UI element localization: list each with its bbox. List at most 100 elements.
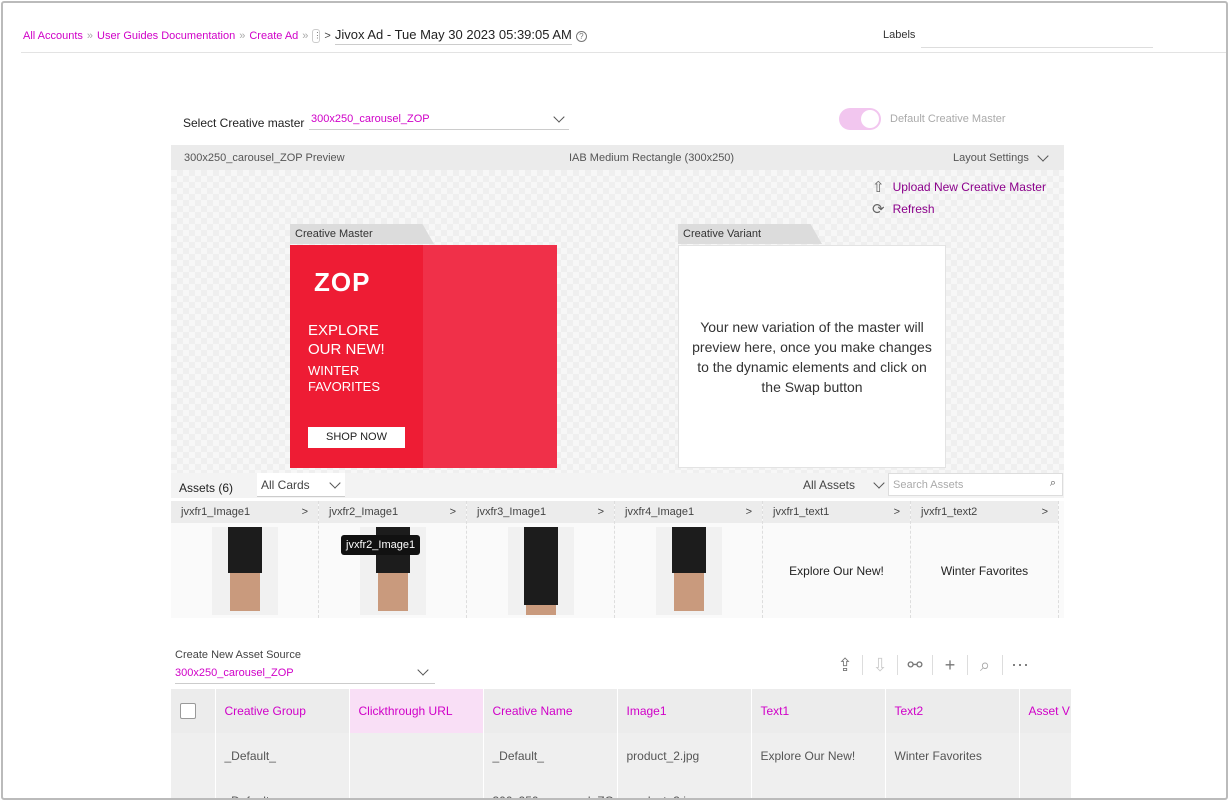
asset-card-body: Explore Our New!	[763, 523, 910, 618]
chevron-right-icon[interactable]: >	[746, 506, 752, 518]
asset-card[interactable]: jvxfr4_Image1 >	[615, 501, 763, 618]
breadcrumb-all-accounts[interactable]: All Accounts	[23, 30, 83, 42]
asset-card-header: jvxfr2_Image1 >	[319, 501, 466, 523]
ad-headline-line: EXPLORE	[308, 322, 379, 339]
divider	[932, 655, 933, 675]
refresh-button[interactable]: ⟳ Refresh	[872, 200, 935, 218]
asset-card[interactable]: jvxfr1_Image1 >	[171, 501, 319, 618]
ad-sub-line: WINTER	[308, 363, 360, 378]
asset-card-body	[615, 523, 762, 618]
creative-master-preview: ZOP EXPLORE OUR NEW! WINTER FAVORITES SHOP…	[290, 245, 557, 468]
creative-master-value: 300x250_carousel_ZOP	[311, 113, 430, 125]
help-icon[interactable]: ?	[575, 30, 587, 42]
preview-name: 300x250_carousel_ZOP Preview	[184, 152, 345, 164]
asset-card[interactable]: jvxfr2_Image1 > jvxfr2_Image1	[319, 501, 467, 618]
chevron-down-icon	[873, 477, 885, 489]
asset-name: jvxfr1_text1	[773, 506, 830, 518]
chevron-right-icon[interactable]: >	[598, 506, 604, 518]
breadcrumb-user-guides[interactable]: User Guides Documentation	[97, 30, 235, 42]
creative-variant-tab: Creative Variant	[678, 224, 822, 244]
chevron-down-icon[interactable]	[1037, 150, 1049, 162]
creative-master-select[interactable]: 300x250_carousel_ZOP	[309, 108, 569, 130]
breadcrumb-separator: »	[239, 30, 246, 42]
asset-name: jvxfr2_Image1	[329, 506, 399, 518]
row-select-cell	[171, 778, 216, 798]
ad-sub-line: FAVORITES	[308, 379, 380, 394]
table-cell	[1019, 778, 1072, 798]
download-icon[interactable]: ⇩	[870, 655, 890, 675]
legs-shape	[377, 572, 408, 611]
asset-text: Explore Our New!	[789, 563, 884, 578]
toggle-knob	[861, 110, 879, 128]
column-header[interactable]: Asset V	[1019, 689, 1072, 733]
table-cell: 300x250_carousel_ZO	[483, 778, 618, 798]
assets-table: Creative Group Clickthrough URL Creative N…	[171, 689, 1072, 798]
shop-now-button[interactable]: SHOP NOW	[308, 427, 405, 448]
garment-shape	[671, 526, 706, 573]
divider	[1002, 655, 1003, 675]
divider	[862, 655, 863, 675]
garment-shape	[523, 526, 558, 605]
labels-input[interactable]	[921, 47, 1153, 48]
header-divider	[21, 52, 1226, 53]
upload-icon[interactable]: ⇪	[835, 655, 855, 675]
chevron-right-icon[interactable]: >	[894, 506, 900, 518]
chevron-right-icon[interactable]: >	[450, 506, 456, 518]
assets-filter-value: All Assets	[803, 478, 856, 492]
layout-settings-button[interactable]: Layout Settings	[953, 152, 1029, 164]
asset-card-body: Winter Favorites	[911, 523, 1058, 618]
divider	[897, 655, 898, 675]
breadcrumb-separator: »	[302, 30, 309, 42]
product-image	[211, 526, 278, 615]
chevron-right-icon[interactable]: >	[302, 506, 308, 518]
table-cell: _Default_	[215, 778, 350, 798]
asset-cards: jvxfr1_Image1 > jvxfr2_Image1 > jvxfr2_Image…	[171, 501, 1064, 618]
column-header[interactable]: Creative Group	[215, 689, 350, 733]
asset-card-header: jvxfr3_Image1 >	[467, 501, 614, 523]
legs-shape	[229, 572, 260, 611]
asset-card-header: jvxfr1_text2 >	[911, 501, 1058, 523]
chevron-right-icon[interactable]: >	[1042, 506, 1048, 518]
upload-master-button[interactable]: ⇧ Upload New Creative Master	[872, 178, 1046, 196]
table-cell: product_3.jpg	[617, 778, 752, 798]
app-window: All Accounts» User Guides Documentation»…	[1, 1, 1228, 800]
legs-shape	[525, 604, 556, 615]
asset-card[interactable]: jvxfr1_text1 > Explore Our New!	[763, 501, 911, 618]
column-header[interactable]: Creative Name	[483, 689, 618, 733]
asset-name: jvxfr1_text2	[921, 506, 978, 518]
chevron-down-icon	[417, 664, 429, 676]
asset-source-select[interactable]: 300x250_carousel_ZOP	[175, 663, 435, 684]
asset-card-header: jvxfr1_Image1 >	[171, 501, 318, 523]
product-image	[655, 526, 722, 615]
asset-name: jvxfr3_Image1	[477, 506, 547, 518]
column-header[interactable]: Text1	[751, 689, 886, 733]
cards-filter-value: All Cards	[261, 478, 310, 492]
network-icon[interactable]: ⚯	[905, 655, 925, 675]
search-icon[interactable]: ⌕	[975, 655, 995, 675]
column-header[interactable]: Text2	[885, 689, 1020, 733]
assets-filter-select[interactable]: All Assets	[797, 473, 885, 497]
breadcrumb-create-ad[interactable]: Create Ad	[249, 30, 298, 42]
asset-source-value: 300x250_carousel_ZOP	[175, 667, 294, 679]
cards-filter-select[interactable]: All Cards	[257, 473, 345, 497]
asset-card[interactable]: jvxfr1_text2 > Winter Favorites	[911, 501, 1059, 618]
ad-title-input[interactable]: Jivox Ad - Tue May 30 2023 05:39:05 AM	[334, 27, 572, 45]
add-icon[interactable]: +	[940, 655, 960, 675]
more-icon[interactable]: ⋮	[312, 29, 321, 43]
default-master-toggle[interactable]	[839, 108, 881, 130]
select-master-label: Select Creative master	[183, 116, 305, 130]
table-cell	[885, 778, 1020, 798]
assets-count: Assets (6)	[179, 481, 234, 495]
table-cell	[751, 778, 886, 798]
table-row[interactable]: _Default_ 300x250_carousel_ZOproduct_3.jp…	[171, 778, 1072, 798]
search-icon[interactable]: ⌕	[1050, 477, 1056, 490]
select-all-checkbox[interactable]	[180, 703, 196, 719]
breadcrumb-separator: »	[86, 30, 94, 42]
asset-card[interactable]: jvxfr3_Image1 >	[467, 501, 615, 618]
asset-card-header: jvxfr1_text1 >	[763, 501, 910, 523]
more-icon[interactable]: ⋯	[1010, 655, 1030, 675]
search-assets-input[interactable]: Search Assets ⌕	[888, 473, 1063, 496]
column-header[interactable]: Clickthrough URL	[349, 689, 484, 733]
table-row[interactable]: _Default_ _Default_ product_2.jpg Explore O…	[171, 733, 1072, 778]
column-header[interactable]: Image1	[617, 689, 752, 733]
